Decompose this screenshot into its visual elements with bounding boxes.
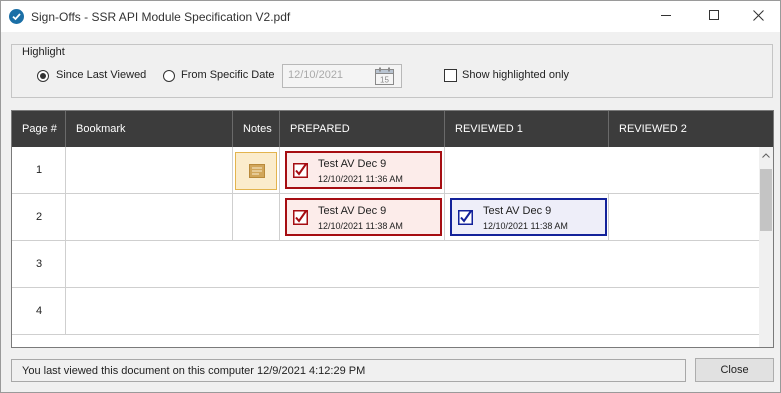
column-header-bookmark[interactable]: Bookmark [66, 111, 233, 147]
signoff-grid: Page # Bookmark Notes PREPARED REVIEWED … [11, 110, 774, 348]
vertical-scrollbar[interactable] [759, 147, 773, 347]
signoff-date: 12/10/2021 11:36 AM [318, 174, 403, 184]
signoff-date: 12/10/2021 11:38 AM [483, 221, 568, 231]
status-text: You last viewed this document on this co… [11, 359, 686, 382]
signoff-date: 12/10/2021 11:38 AM [318, 221, 403, 231]
calendar-icon-day: 15 [380, 76, 389, 85]
page-number: 2 [35, 211, 43, 223]
column-header-reviewed-2[interactable]: REVIEWED 2 [609, 111, 773, 147]
prepared-signoff[interactable]: Test AV Dec 9 12/10/2021 11:36 AM [285, 151, 442, 189]
note-button[interactable] [235, 152, 277, 190]
since-last-viewed-label[interactable]: Since Last Viewed [56, 69, 146, 81]
since-last-viewed-radio[interactable] [37, 70, 49, 82]
title-bar: Sign-Offs - SSR API Module Specification… [1, 1, 780, 32]
show-highlighted-only-label[interactable]: Show highlighted only [462, 69, 569, 81]
column-header-notes[interactable]: Notes [233, 111, 280, 147]
checked-box-icon [293, 210, 308, 225]
maximize-button[interactable] [691, 1, 737, 32]
close-button[interactable]: Close [695, 358, 774, 382]
from-specific-date-radio[interactable] [163, 70, 175, 82]
notes-cell [233, 194, 280, 240]
bookmark-cell [66, 147, 233, 193]
show-highlighted-only-checkbox[interactable] [444, 69, 457, 82]
table-row[interactable]: 4 [12, 288, 759, 335]
grid-header: Page # Bookmark Notes PREPARED REVIEWED … [12, 111, 773, 147]
signoffs-window: Sign-Offs - SSR API Module Specification… [0, 0, 781, 393]
prepared-signoff[interactable]: Test AV Dec 9 12/10/2021 11:38 AM [285, 198, 442, 236]
checked-box-icon [293, 163, 308, 178]
minimize-icon [661, 10, 671, 23]
column-header-reviewed-1[interactable]: REVIEWED 1 [445, 111, 609, 147]
page-number: 4 [35, 305, 43, 317]
scrollbar-thumb[interactable] [760, 169, 772, 231]
scroll-up-icon[interactable] [759, 149, 773, 161]
bookmark-cell [66, 194, 233, 240]
note-icon [249, 164, 265, 178]
from-specific-date-label[interactable]: From Specific Date [181, 69, 275, 81]
page-number: 1 [35, 164, 43, 176]
column-header-prepared[interactable]: PREPARED [280, 111, 445, 147]
window-title: Sign-Offs - SSR API Module Specification… [31, 10, 291, 24]
highlight-legend: Highlight [19, 46, 68, 58]
checked-box-icon [458, 210, 473, 225]
page-number: 3 [35, 258, 43, 270]
maximize-icon [709, 10, 719, 23]
column-header-page[interactable]: Page # [12, 111, 66, 147]
close-icon [752, 9, 764, 24]
signoff-name: Test AV Dec 9 [318, 205, 387, 217]
window-close-button[interactable] [735, 1, 781, 32]
signoff-name: Test AV Dec 9 [318, 158, 387, 170]
minimize-button[interactable] [643, 1, 689, 32]
signoff-name: Test AV Dec 9 [483, 205, 552, 217]
table-row[interactable]: 3 [12, 241, 759, 288]
table-row[interactable]: 1 Test AV Dec 9 12/10/2021 11:36 AM [12, 147, 759, 194]
checkmark-circle-icon [9, 9, 24, 24]
calendar-icon[interactable]: 15 [375, 67, 394, 85]
reviewed-1-signoff[interactable]: Test AV Dec 9 12/10/2021 11:38 AM [450, 198, 607, 236]
table-row[interactable]: 2 Test AV Dec 9 12/10/2021 11:38 AM Test… [12, 194, 759, 241]
